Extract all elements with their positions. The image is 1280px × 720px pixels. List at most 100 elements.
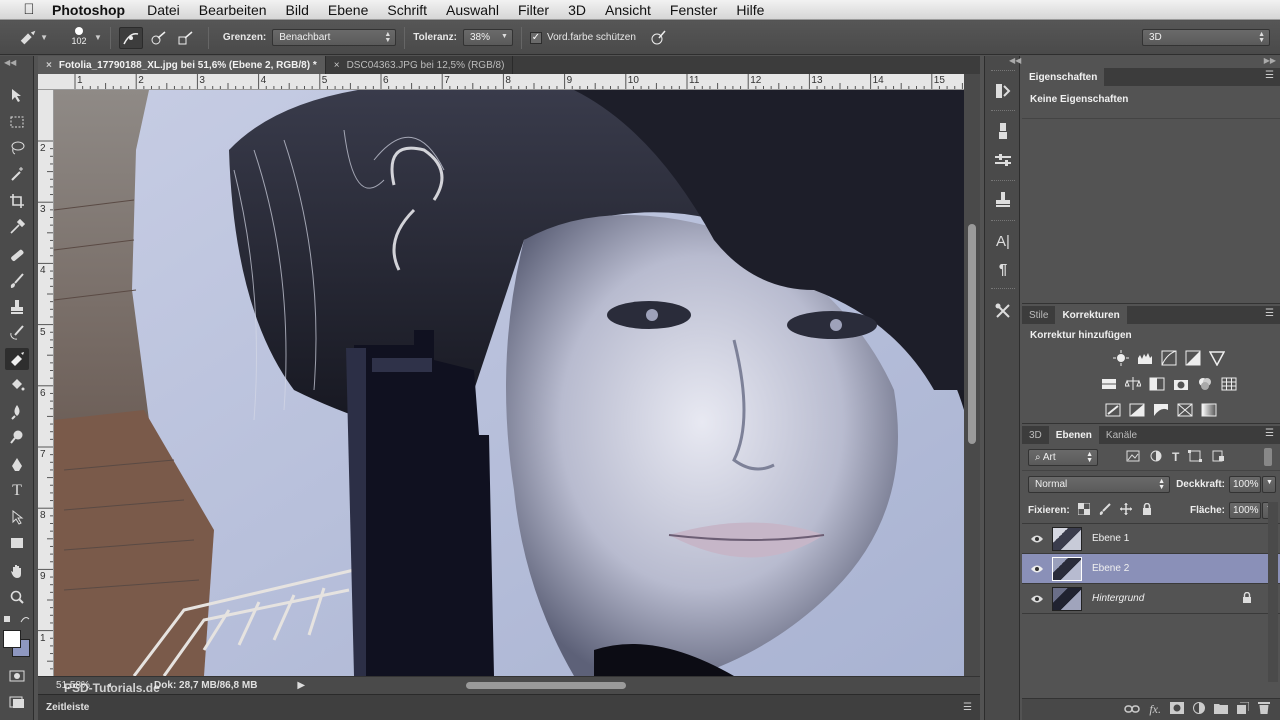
magic-wand-tool[interactable] [5, 163, 29, 185]
dodge-tool[interactable] [5, 426, 29, 448]
sampling-continuous-button[interactable] [118, 26, 143, 49]
add-mask-icon[interactable] [1170, 701, 1184, 719]
opacity-dropdown-icon[interactable]: ▼ [1262, 475, 1276, 493]
filter-smart-object-icon[interactable] [1211, 450, 1225, 465]
panel-menu-icon[interactable]: ☰ [963, 702, 972, 713]
exposure-icon[interactable] [1184, 349, 1202, 367]
layer-kind-filter[interactable]: ⌕ Art ▲ ▼ [1028, 448, 1098, 466]
lock-all-icon[interactable] [1141, 502, 1153, 518]
menu-auswahl[interactable]: Auswahl [446, 2, 499, 18]
tab-korrekturen[interactable]: Korrekturen [1055, 306, 1127, 324]
blend-mode-select[interactable]: Normal ▲ ▼ [1028, 475, 1171, 493]
trash-icon[interactable] [1258, 701, 1270, 719]
pen-tool[interactable] [5, 454, 29, 476]
menu-bearbeiten[interactable]: Bearbeiten [199, 2, 267, 18]
workspace-select[interactable]: 3D ▲ ▼ [1142, 29, 1270, 46]
paragraph-panel-button[interactable]: ¶ [991, 258, 1015, 280]
menu-hilfe[interactable]: Hilfe [736, 2, 764, 18]
toleranz-input[interactable]: 38% ▼ [462, 29, 513, 46]
lasso-tool[interactable] [5, 137, 29, 159]
tab-stile[interactable]: Stile [1022, 306, 1055, 324]
eyedropper-tool[interactable] [5, 216, 29, 238]
swap-colors-icon[interactable] [3, 613, 31, 625]
vibrance-icon[interactable] [1208, 349, 1226, 367]
document-canvas[interactable] [54, 90, 964, 676]
menu-ebene[interactable]: Ebene [328, 2, 368, 18]
collapse-dock-icon[interactable]: ◀◀ [1009, 56, 1021, 65]
visibility-eye-icon[interactable] [1022, 594, 1052, 604]
lock-transparency-icon[interactable] [1077, 502, 1091, 518]
clone-source-button[interactable] [991, 189, 1015, 211]
menu-filter[interactable]: Filter [518, 2, 549, 18]
gradient-map-icon[interactable] [1200, 401, 1218, 419]
panel-menu-icon[interactable]: ☰ [1265, 428, 1274, 439]
sampling-background-swatch-button[interactable] [173, 27, 197, 49]
lock-position-icon[interactable] [1119, 502, 1132, 518]
color-lookup-icon[interactable] [1220, 375, 1238, 393]
menu-ansicht[interactable]: Ansicht [605, 2, 651, 18]
layer-effects-icon[interactable]: fx. [1149, 702, 1161, 717]
brush-picker-arrow-icon[interactable]: ▼ [94, 33, 102, 42]
collapse-panels-icon[interactable]: ▶▶ [1264, 56, 1276, 65]
blur-tool[interactable] [5, 401, 29, 423]
quick-mask-button[interactable] [5, 665, 29, 687]
invert-icon[interactable] [1104, 401, 1122, 419]
scrollbar-thumb[interactable] [968, 224, 976, 444]
hand-tool[interactable] [5, 560, 29, 582]
vertical-scrollbar[interactable] [964, 74, 980, 676]
photo-filter-icon[interactable] [1172, 375, 1190, 393]
fill-input[interactable]: 100% [1229, 501, 1261, 519]
opacity-input[interactable]: 100% [1229, 475, 1261, 493]
lock-pixels-icon[interactable] [1099, 502, 1111, 518]
collapse-toolbox-icon[interactable]: ◀◀ [4, 58, 16, 67]
menu-datei[interactable]: Datei [147, 2, 180, 18]
clone-stamp-tool[interactable] [5, 296, 29, 318]
panel-menu-icon[interactable]: ☰ [1265, 70, 1274, 81]
grenzen-select[interactable]: Benachbart ▲ ▼ [272, 29, 397, 46]
filter-type-icon[interactable]: T [1172, 450, 1179, 465]
timeline-label[interactable]: Zeitleiste [46, 702, 89, 713]
tab-ebenen[interactable]: Ebenen [1048, 426, 1099, 444]
history-brush-tool[interactable] [5, 322, 29, 344]
tool-preset-picker[interactable]: ▼ [18, 25, 48, 51]
filter-toggle-switch[interactable] [1264, 448, 1272, 466]
character-panel-button[interactable]: A| [991, 230, 1015, 252]
menu-fenster[interactable]: Fenster [670, 2, 717, 18]
link-layers-icon[interactable] [1124, 701, 1141, 719]
menu-schrift[interactable]: Schrift [387, 2, 427, 18]
eraser-tool[interactable] [5, 348, 29, 370]
black-white-icon[interactable] [1148, 375, 1166, 393]
filter-shape-icon[interactable] [1188, 449, 1203, 465]
layers-scrollbar[interactable] [1268, 502, 1278, 682]
healing-brush-tool[interactable] [5, 244, 29, 266]
type-tool[interactable]: T [5, 480, 29, 502]
brush-size-picker[interactable]: 102 [66, 25, 92, 51]
tablet-pressure-button[interactable] [646, 27, 670, 49]
panel-menu-icon[interactable]: ☰ [1265, 308, 1274, 319]
status-menu-arrow-icon[interactable]: ▶ [297, 680, 305, 691]
visibility-eye-icon[interactable] [1022, 564, 1052, 574]
tab-eigenschaften[interactable]: Eigenschaften [1022, 68, 1105, 86]
horizontal-scrollbar-thumb[interactable] [466, 682, 626, 689]
tool-presets-button[interactable] [991, 300, 1015, 322]
new-layer-icon[interactable] [1237, 701, 1250, 719]
channel-mixer-icon[interactable] [1196, 375, 1214, 393]
layer-name[interactable]: Ebene 1 [1092, 533, 1129, 544]
new-group-icon[interactable] [1214, 701, 1228, 719]
selective-color-icon[interactable] [1176, 401, 1194, 419]
filter-pixel-icon[interactable] [1126, 450, 1140, 465]
menu-bild[interactable]: Bild [286, 2, 309, 18]
posterize-icon[interactable] [1128, 401, 1146, 419]
filter-adjustment-icon[interactable] [1149, 450, 1163, 465]
brush-presets-button[interactable] [991, 120, 1015, 142]
layer-name[interactable]: Hintergrund [1092, 593, 1144, 604]
paint-bucket-tool[interactable] [5, 374, 29, 396]
path-selection-tool[interactable] [5, 506, 29, 528]
zoom-tool[interactable] [5, 586, 29, 608]
brush-tool[interactable] [5, 270, 29, 292]
layer-name[interactable]: Ebene 2 [1092, 563, 1129, 574]
history-panel-button[interactable] [991, 80, 1015, 102]
layer-row-ebene-2[interactable]: Ebene 2 [1022, 554, 1280, 584]
screen-mode-button[interactable] [5, 691, 29, 713]
tab-dsc04363[interactable]: × DSC04363.JPG bei 12,5% (RGB/8) [326, 56, 514, 74]
